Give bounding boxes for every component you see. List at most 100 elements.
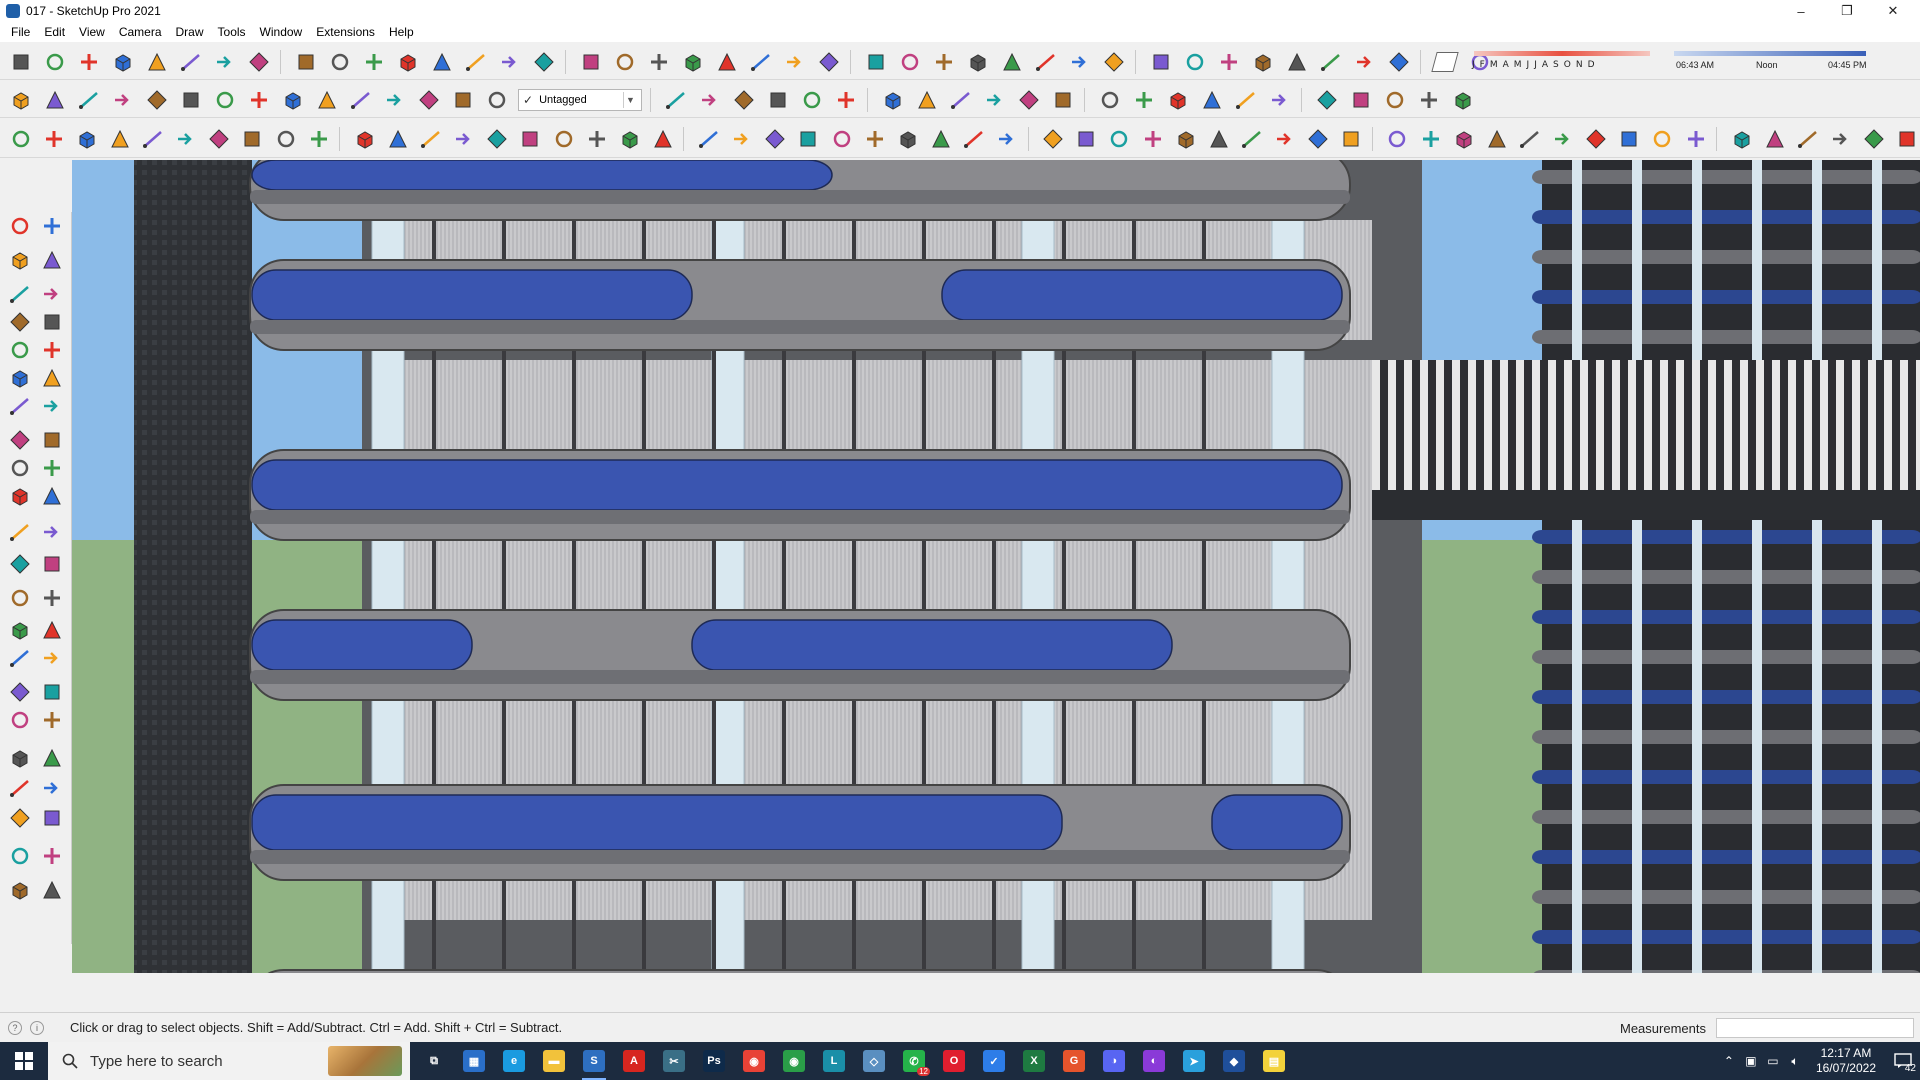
taskbar-discord[interactable]: ◑	[1094, 1042, 1134, 1080]
large-tool-button[interactable]	[38, 482, 66, 510]
taskbar-sticky-notes[interactable]: ▤	[1254, 1042, 1294, 1080]
network-icon[interactable]: ▭	[1762, 1042, 1784, 1080]
standard-tool-button[interactable]	[212, 49, 238, 75]
large-tool-button[interactable]	[6, 644, 34, 672]
taskbar-todo[interactable]: ✓	[974, 1042, 1014, 1080]
standard-tool-button[interactable]	[782, 49, 808, 75]
edit-tool-button[interactable]	[982, 87, 1008, 113]
extension-tool-button[interactable]	[862, 126, 887, 152]
large-tool-button[interactable]	[38, 616, 66, 644]
extension-tool-button[interactable]	[696, 126, 721, 152]
extension-tool-button[interactable]	[995, 126, 1020, 152]
credits-icon[interactable]: i	[30, 1020, 44, 1035]
standard-tool-button[interactable]	[395, 49, 421, 75]
large-tool-button[interactable]	[6, 336, 34, 364]
standard-tool-button[interactable]	[1067, 49, 1093, 75]
edit-tool-button[interactable]	[880, 87, 906, 113]
extension-tool-button[interactable]	[1107, 126, 1132, 152]
view-tool-button[interactable]	[42, 87, 68, 113]
standard-tool-button[interactable]	[816, 49, 842, 75]
taskbar-opera[interactable]: O	[934, 1042, 974, 1080]
extension-tool-button[interactable]	[895, 126, 920, 152]
taskbar-grammarly[interactable]: G	[1054, 1042, 1094, 1080]
large-tool-button[interactable]	[38, 678, 66, 706]
extension-tool-button[interactable]	[584, 126, 609, 152]
extension-tool-button[interactable]	[1306, 126, 1331, 152]
extension-tool-button[interactable]	[1517, 126, 1542, 152]
restore-button[interactable]: ❐	[1824, 0, 1870, 22]
standard-tool-button[interactable]	[1216, 49, 1242, 75]
extension-tool-button[interactable]	[141, 126, 166, 152]
edit-tool-button[interactable]	[799, 87, 825, 113]
extension-tool-button[interactable]	[1584, 126, 1609, 152]
minimize-button[interactable]: –	[1778, 0, 1824, 22]
extension-tool-button[interactable]	[961, 126, 986, 152]
edit-tool-button[interactable]	[1131, 87, 1157, 113]
large-tool-button[interactable]	[6, 482, 34, 510]
extension-tool-button[interactable]	[796, 126, 821, 152]
large-tool-button[interactable]	[6, 212, 34, 240]
extension-tool-button[interactable]	[1828, 126, 1853, 152]
taskbar-acrobat[interactable]: A	[614, 1042, 654, 1080]
taskbar-calculator[interactable]: ▦	[454, 1042, 494, 1080]
extension-tool-button[interactable]	[107, 126, 132, 152]
menu-draw[interactable]: Draw	[169, 25, 211, 39]
extension-tool-button[interactable]	[1551, 126, 1576, 152]
taskbar-chrome[interactable]: ◉	[734, 1042, 774, 1080]
edit-tool-button[interactable]	[1199, 87, 1225, 113]
extension-tool-button[interactable]	[207, 126, 232, 152]
edit-tool-button[interactable]	[1233, 87, 1259, 113]
standard-tool-button[interactable]	[8, 49, 34, 75]
standard-tool-button[interactable]	[1386, 49, 1412, 75]
taskbar-search[interactable]: Type here to search	[48, 1042, 410, 1080]
standard-tool-button[interactable]	[863, 49, 889, 75]
view-tool-button[interactable]	[110, 87, 136, 113]
standard-tool-button[interactable]	[76, 49, 102, 75]
chevron-up-icon[interactable]: ⌃	[1718, 1042, 1740, 1080]
edit-tool-button[interactable]	[731, 87, 757, 113]
extension-tool-button[interactable]	[8, 126, 33, 152]
taskbar-app-blue[interactable]: ◆	[1214, 1042, 1254, 1080]
standard-tool-button[interactable]	[429, 49, 455, 75]
geo-location-icon[interactable]: ?	[8, 1020, 22, 1035]
large-tool-button[interactable]	[38, 336, 66, 364]
large-tool-button[interactable]	[38, 454, 66, 482]
standard-tool-button[interactable]	[144, 49, 170, 75]
extension-tool-button[interactable]	[240, 126, 265, 152]
extension-tool-button[interactable]	[74, 126, 99, 152]
extension-tool-button[interactable]	[1895, 126, 1920, 152]
view-tool-button[interactable]	[314, 87, 340, 113]
extension-tool-button[interactable]	[518, 126, 543, 152]
edit-tool-button[interactable]	[1450, 87, 1476, 113]
view-tool-button[interactable]	[450, 87, 476, 113]
extension-tool-button[interactable]	[1339, 126, 1364, 152]
large-tool-button[interactable]	[38, 804, 66, 832]
extension-tool-button[interactable]	[418, 126, 443, 152]
large-tool-button[interactable]	[6, 804, 34, 832]
menu-view[interactable]: View	[72, 25, 112, 39]
large-tool-button[interactable]	[6, 842, 34, 870]
edit-tool-button[interactable]	[1050, 87, 1076, 113]
time-slider[interactable]	[1674, 51, 1866, 56]
edit-tool-button[interactable]	[663, 87, 689, 113]
large-tool-button[interactable]	[6, 616, 34, 644]
taskbar-whatsapp[interactable]: ✆ 12	[894, 1042, 934, 1080]
extension-tool-button[interactable]	[928, 126, 953, 152]
large-tool-button[interactable]	[6, 454, 34, 482]
standard-tool-button[interactable]	[463, 49, 489, 75]
large-tool-button[interactable]	[6, 518, 34, 546]
menu-tools[interactable]: Tools	[211, 25, 253, 39]
large-tool-button[interactable]	[38, 876, 66, 904]
large-tool-button[interactable]	[38, 518, 66, 546]
edit-tool-button[interactable]	[1314, 87, 1340, 113]
large-tool-button[interactable]	[38, 744, 66, 772]
start-button[interactable]	[0, 1042, 48, 1080]
standard-tool-button[interactable]	[42, 49, 68, 75]
standard-tool-button[interactable]	[293, 49, 319, 75]
extension-tool-button[interactable]	[352, 126, 377, 152]
large-tool-button[interactable]	[38, 550, 66, 578]
edit-tool-button[interactable]	[765, 87, 791, 113]
measurements-input[interactable]	[1716, 1018, 1914, 1038]
standard-tool-button[interactable]	[1101, 49, 1127, 75]
taskbar-edge[interactable]: e	[494, 1042, 534, 1080]
